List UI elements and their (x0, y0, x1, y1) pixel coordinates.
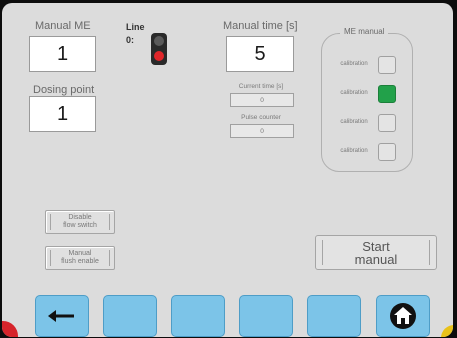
traffic-light-red (154, 51, 164, 61)
home-button[interactable] (376, 295, 430, 337)
me-manual-title: ME manual (340, 27, 389, 36)
corner-yellow-decoration (441, 325, 453, 337)
back-button[interactable] (35, 295, 89, 337)
disable-flow-switch-button[interactable]: Disable flow switch (45, 210, 115, 234)
calibration-label: calibration (340, 119, 368, 125)
dosing-point-label: Dosing point (33, 84, 95, 96)
manual-flush-enable-button[interactable]: Manual flush enable (45, 246, 115, 270)
calibration-row-3: calibration (332, 114, 404, 132)
calibration-label: calibration (340, 61, 368, 67)
dosing-point-value[interactable]: 1 (29, 96, 96, 132)
home-icon (390, 303, 416, 329)
traffic-light-top (154, 36, 164, 46)
nav-button-2[interactable] (103, 295, 157, 337)
start-manual-line2: manual (354, 251, 398, 267)
line-label: Line (126, 22, 145, 32)
hmi-panel: Manual ME 1 Line 0: Manual time [s] 5 Do… (2, 3, 453, 337)
manual-me-value[interactable]: 1 (29, 36, 96, 72)
calibration-label: calibration (340, 148, 368, 154)
calibration-row-4: calibration (332, 143, 404, 161)
current-time-label: Current time [s] (238, 83, 284, 90)
manual-time-label: Manual time [s] (223, 20, 298, 32)
corner-red-decoration (2, 321, 18, 337)
manual-time-value[interactable]: 5 (226, 36, 294, 72)
hmi-screen: Manual ME 1 Line 0: Manual time [s] 5 Do… (0, 0, 457, 338)
manual-flush-enable-line1: Manual (68, 250, 92, 257)
pulse-counter-label: Pulse counter (241, 114, 281, 121)
calibration-toggle-3[interactable] (378, 114, 396, 132)
manual-me-label: Manual ME (35, 20, 91, 32)
disable-flow-switch-line2: flow switch (63, 222, 97, 229)
start-manual-line1: Start (362, 238, 390, 254)
nav-button-4[interactable] (239, 295, 293, 337)
calibration-toggle-4[interactable] (378, 143, 396, 161)
manual-flush-enable-line2: flush enable (61, 258, 99, 265)
calibration-label: calibration (340, 90, 368, 96)
nav-button-3[interactable] (171, 295, 225, 337)
line-number: 0: (126, 35, 135, 45)
calibration-row-2: calibration (332, 85, 404, 103)
start-manual-button[interactable]: Start manual (315, 235, 437, 270)
traffic-light-icon (151, 33, 167, 65)
calibration-toggle-1[interactable] (378, 56, 396, 74)
calibration-row-1: calibration (332, 56, 404, 74)
back-arrow-icon (48, 310, 74, 322)
calibration-toggle-2[interactable] (378, 85, 396, 103)
current-time-value: 0 (230, 93, 294, 107)
nav-button-5[interactable] (307, 295, 361, 337)
pulse-counter-value: 0 (230, 124, 294, 138)
disable-flow-switch-line1: Disable (68, 214, 92, 221)
